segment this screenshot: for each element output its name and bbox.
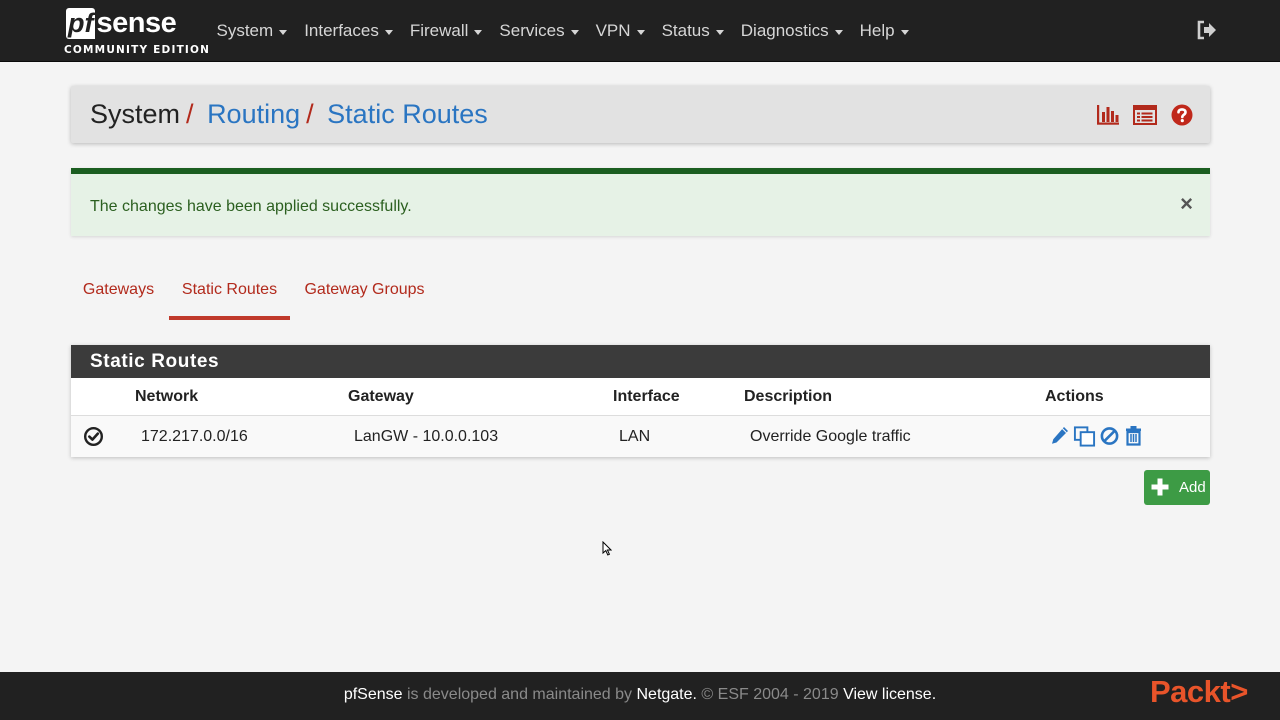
nav-firewall-label: Firewall: [409, 21, 469, 40]
question-circle-icon[interactable]: [1170, 103, 1194, 127]
static-routes-panel: Static Routes Network Gateway Interface …: [71, 345, 1210, 457]
page-header: System / Routing / Static Routes: [71, 86, 1210, 143]
column-header-actions: Actions: [1045, 388, 1104, 405]
add-button-label: Add: [1179, 479, 1206, 496]
nav-diagnostics-label: Diagnostics: [740, 21, 829, 40]
nav-help-label: Help: [859, 21, 895, 40]
nav-help[interactable]: Help: [851, 21, 917, 41]
plus-icon: [1151, 478, 1169, 496]
cell-network: 172.217.0.0/16: [141, 428, 248, 445]
view-license-link[interactable]: View license.: [843, 686, 936, 703]
footer: pfSense is developed and maintained by N…: [0, 672, 1280, 720]
trash-icon[interactable]: [1123, 424, 1144, 448]
footer-brand: pfSense: [343, 686, 403, 703]
check-circle-icon[interactable]: [83, 426, 104, 447]
caret-down-icon: [384, 29, 393, 35]
tab-static-routes[interactable]: Static Routes: [169, 270, 290, 320]
add-route-button[interactable]: Add: [1144, 470, 1210, 505]
close-alert-button[interactable]: ×: [1180, 193, 1193, 215]
cell-gateway: LanGW - 10.0.0.103: [354, 428, 499, 445]
nav-interfaces[interactable]: Interfaces: [296, 21, 402, 41]
caret-down-icon: [474, 29, 483, 35]
alert-message: The changes have been applied successful…: [90, 198, 412, 215]
success-alert: The changes have been applied successful…: [71, 168, 1210, 236]
main-menu: System Interfaces Firewall Services VPN …: [208, 0, 917, 62]
nav-status-label: Status: [661, 21, 710, 40]
pencil-icon[interactable]: [1049, 424, 1070, 448]
pfsense-logo[interactable]: pf sense COMMUNITY EDITION: [64, 7, 209, 60]
top-navbar: pf sense COMMUNITY EDITION System Interfa…: [0, 0, 1280, 62]
column-header-gateway: Gateway: [348, 388, 414, 405]
header-shortcuts: [1096, 103, 1194, 127]
footer-developed-text: is developed and maintained by: [402, 686, 637, 703]
nav-services-label: Services: [499, 21, 565, 40]
caret-down-icon: [900, 29, 909, 35]
nav-vpn[interactable]: VPN: [587, 21, 653, 41]
logo-pf-text: pf: [66, 8, 96, 39]
nav-system[interactable]: System: [208, 21, 296, 41]
mouse-pointer-icon: [602, 541, 612, 556]
nav-diagnostics[interactable]: Diagnostics: [732, 21, 851, 41]
caret-down-icon: [636, 29, 645, 35]
ban-icon[interactable]: [1099, 424, 1120, 448]
cell-interface: LAN: [619, 428, 651, 445]
logo-sense-text: sense: [96, 7, 177, 39]
list-icon[interactable]: [1133, 103, 1157, 127]
nav-firewall[interactable]: Firewall: [401, 21, 491, 41]
nav-interfaces-label: Interfaces: [304, 21, 379, 40]
breadcrumb-separator: /: [186, 99, 194, 129]
nav-system-label: System: [216, 21, 274, 40]
caret-down-icon: [715, 29, 724, 35]
logo-wordmark: pf sense: [66, 7, 177, 39]
nav-services[interactable]: Services: [491, 21, 587, 41]
edition-label: COMMUNITY EDITION: [64, 44, 211, 56]
tab-gateway-groups[interactable]: Gateway Groups: [297, 270, 432, 320]
column-header-interface: Interface: [613, 388, 680, 405]
footer-text: pfSense is developed and maintained by N…: [0, 686, 1280, 704]
caret-down-icon: [279, 29, 288, 35]
sign-out-icon[interactable]: [1196, 19, 1218, 41]
nav-status[interactable]: Status: [653, 21, 732, 41]
cell-description: Override Google traffic: [750, 428, 911, 445]
clone-icon[interactable]: [1073, 424, 1096, 448]
breadcrumb: System / Routing / Static Routes: [90, 98, 488, 130]
caret-down-icon: [570, 29, 579, 35]
caret-down-icon: [834, 29, 843, 35]
breadcrumb-routing-link[interactable]: Routing: [207, 99, 300, 129]
netgate-link[interactable]: Netgate.: [636, 686, 696, 703]
row-actions: [1049, 424, 1144, 448]
column-header-description: Description: [744, 388, 833, 405]
breadcrumb-static-routes-link[interactable]: Static Routes: [327, 99, 488, 129]
footer-copyright: © ESF 2004 - 2019: [696, 686, 844, 703]
table-row: 172.217.0.0/16 LanGW - 10.0.0.103 LAN Ov…: [71, 416, 1210, 457]
tab-gateways[interactable]: Gateways: [71, 270, 166, 320]
panel-title: Static Routes: [71, 345, 1210, 378]
nav-vpn-label: VPN: [595, 21, 631, 40]
packt-watermark: Packt>: [1150, 674, 1248, 709]
breadcrumb-system: System: [90, 99, 181, 129]
bar-chart-icon[interactable]: [1096, 103, 1120, 127]
column-header-network: Network: [135, 388, 199, 405]
breadcrumb-separator: /: [306, 99, 314, 129]
